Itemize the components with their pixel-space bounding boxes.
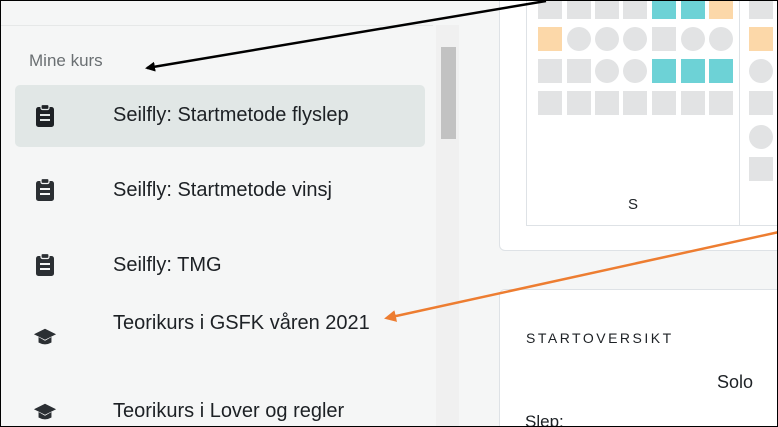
grid-cell [749, 1, 773, 19]
screenshot-frame: Mine kurs Seilfly: Startmetode flyslep S… [0, 0, 778, 427]
grid-cell [681, 1, 705, 19]
clipboard-icon [33, 104, 57, 128]
tow-row-label: Slep: [525, 412, 564, 427]
course-label: Teorikurs i GSFK våren 2021 [113, 312, 370, 334]
clipboard-icon [33, 178, 57, 202]
grid-cell [749, 91, 773, 115]
scrollbar-thumb[interactable] [441, 47, 456, 139]
course-label: Seilfly: Startmetode flyslep [113, 104, 349, 126]
grid-cell [709, 91, 733, 115]
grid-cell [567, 1, 591, 19]
grid-cell [623, 59, 647, 83]
solo-column-header: Solo [717, 372, 754, 392]
sidebar-divider [1, 25, 433, 26]
grid-cell [652, 59, 676, 83]
course-label: Seilfly: Startmetode vinsj [113, 179, 332, 201]
grid-cell [567, 27, 591, 51]
grid-cell [652, 91, 676, 115]
grid-cell [623, 27, 647, 51]
start-overview-title: STARTOVERSIKT [526, 330, 674, 346]
grid-cell [749, 125, 773, 149]
grid-cell [595, 27, 619, 51]
grid-cell [567, 59, 591, 83]
grid-cell [623, 1, 647, 19]
clipboard-icon [33, 253, 57, 277]
course-label: Teorikurs i Lover og regler [113, 400, 345, 422]
course-item-tmg[interactable]: Seilfly: TMG [15, 236, 425, 294]
grid-cell [681, 59, 705, 83]
grid-cell [749, 27, 773, 51]
grid-cell [709, 59, 733, 83]
grid-cell [567, 91, 591, 115]
grid-cell [538, 27, 562, 51]
course-item-vinsj[interactable]: Seilfly: Startmetode vinsj [15, 159, 425, 221]
grid-cell [749, 59, 773, 83]
my-courses-heading: Mine kurs [29, 51, 103, 70]
course-item-flyslep[interactable]: Seilfly: Startmetode flyslep [15, 85, 425, 147]
course-label: Seilfly: TMG [113, 254, 222, 276]
grid-column-label: S [628, 196, 639, 213]
course-item-teori-gsfk[interactable]: Teorikurs i GSFK våren 2021 [15, 301, 425, 373]
grid-cell [652, 27, 676, 51]
grid-cell [623, 91, 647, 115]
graduation-cap-icon [33, 325, 57, 349]
course-sidebar: Mine kurs Seilfly: Startmetode flyslep S… [1, 1, 459, 426]
start-overview-card [499, 289, 777, 426]
graduation-cap-icon [33, 400, 57, 424]
grid-cell [595, 91, 619, 115]
grid-cell [709, 27, 733, 51]
course-item-lover-regler[interactable]: Teorikurs i Lover og regler [15, 387, 425, 426]
grid-cell [538, 59, 562, 83]
grid-cell [709, 1, 733, 19]
grid-cell [595, 59, 619, 83]
grid-cell [538, 91, 562, 115]
grid-cell [538, 1, 562, 19]
grid-cell [652, 1, 676, 19]
grid-cell [681, 91, 705, 115]
grid-cell [681, 27, 705, 51]
grid-cell [595, 1, 619, 19]
grid-cell [749, 157, 773, 181]
